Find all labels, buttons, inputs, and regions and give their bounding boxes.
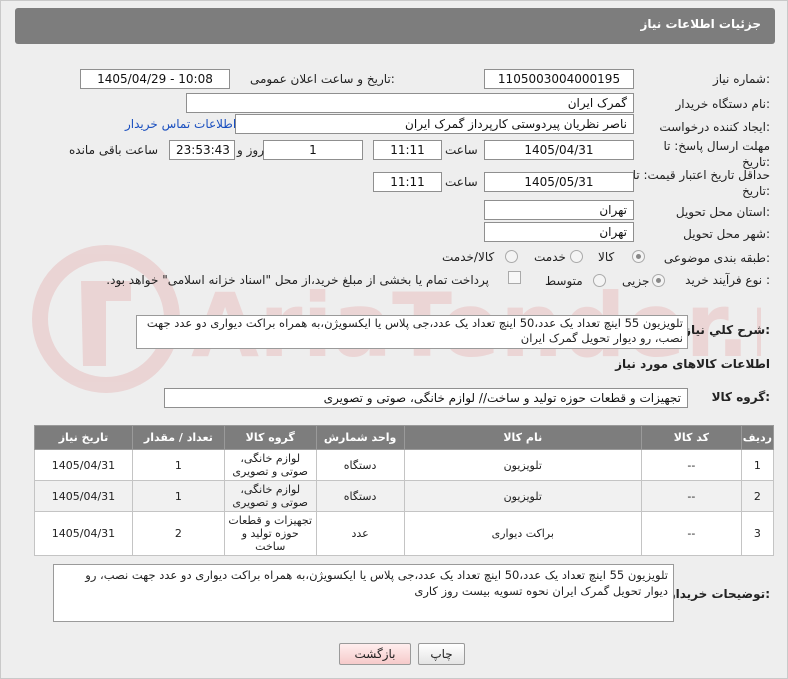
page-title: جزئیات اطلاعات نیاز (640, 17, 761, 31)
cell-qty: 1 (131, 480, 225, 512)
buyer-org-field: گمرک ایران (186, 93, 634, 113)
goods-table-header: ردیف کد کالا نام کالا واحد شمارش گروه کا… (34, 425, 775, 450)
process-option-medium: متوسط (545, 274, 583, 288)
cell-unit: دستگاه (315, 480, 405, 512)
col-code: کد کالا (641, 425, 742, 450)
remaining-label: ساعت باقی مانده (69, 143, 159, 157)
category-option-goods: کالا (598, 250, 615, 264)
cell-row: 2 (740, 480, 775, 512)
col-unit: واحد شمارش (315, 425, 405, 450)
description-field: تلویزیون 55 اینچ تعداد یک عدد،50 اینچ تع… (136, 315, 688, 349)
table-row: 2 -- تلویزیون دستگاه لوازم خانگی، صوتی و… (34, 480, 775, 512)
category-radio-goods-service[interactable] (505, 250, 518, 263)
validity-time-label: ساعت (445, 175, 478, 189)
reply-deadline-label: مهلت ارسال پاسخ: تا تاریخ: (663, 139, 770, 169)
buyer-notes-field: تلویزیون 55 اینچ تعداد یک عدد،50 اینچ تع… (53, 564, 674, 622)
announce-datetime-field: 1405/04/29 - 10:08 (80, 69, 230, 89)
back-button[interactable]: بازگشت (339, 643, 411, 665)
col-qty: تعداد / مقدار (131, 425, 225, 450)
validity-date-field: 1405/05/31 (484, 172, 634, 192)
process-radio-minor[interactable] (652, 274, 665, 287)
creator-label: ایجاد کننده درخواست: (659, 120, 770, 134)
buyer-contact-link[interactable]: اطلاعات تماس خریدار (125, 117, 236, 131)
days-label: روز و (237, 143, 264, 157)
need-number-label: شماره نیاز: (712, 72, 770, 86)
goods-group-label: گروه کالا: (711, 390, 770, 404)
cell-date: 1405/04/31 (34, 449, 133, 481)
cell-group: تجهیزات و قطعات حوزه تولید و ساخت (223, 511, 317, 556)
cell-qty: 2 (131, 511, 225, 556)
cell-row: 3 (740, 511, 775, 556)
treasury-payment-checkbox[interactable] (508, 271, 521, 284)
goods-table: ردیف کد کالا نام کالا واحد شمارش گروه کا… (34, 425, 775, 556)
cell-name: تلویزیون (403, 449, 643, 481)
col-date: تاریخ نیاز (34, 425, 133, 450)
cell-date: 1405/04/31 (34, 511, 133, 556)
cell-row: 1 (740, 449, 775, 481)
col-name: نام کالا (403, 425, 643, 450)
validity-time-field: 11:11 (373, 172, 442, 192)
col-row: ردیف (740, 425, 775, 450)
cell-code: -- (641, 449, 742, 481)
table-row: 1 -- تلویزیون دستگاه لوازم خانگی، صوتی و… (34, 449, 775, 481)
process-label: نوع فرآیند خرید : (685, 273, 770, 287)
cell-group: لوازم خانگی، صوتی و تصویری (223, 480, 317, 512)
category-option-service: خدمت (534, 250, 566, 264)
header-bar: جزئیات اطلاعات نیاز (15, 8, 775, 44)
province-label: استان محل تحویل: (675, 205, 770, 219)
buyer-notes-label: توضیحات خریدار: (668, 587, 770, 601)
cell-group: لوازم خانگی، صوتی و تصویری (223, 449, 317, 481)
need-number-field: 1105003004000195 (484, 69, 634, 89)
creator-field: ناصر نظریان پیردوستی کارپرداز گمرک ایران (235, 114, 634, 134)
announce-label: تاریخ و ساعت اعلان عمومی: (250, 72, 395, 86)
remaining-days-field: 1 (263, 140, 363, 160)
cell-unit: عدد (315, 511, 405, 556)
print-button[interactable]: چاپ (418, 643, 465, 665)
city-field: تهران (484, 222, 634, 242)
reply-date-field: 1405/04/31 (484, 140, 634, 160)
cell-unit: دستگاه (315, 449, 405, 481)
cell-name: تلویزیون (403, 480, 643, 512)
table-row: 3 -- براکت دیواری عدد تجهیزات و قطعات حو… (34, 511, 775, 556)
process-option-minor: جزیی (622, 274, 650, 288)
description-label: شرح کلي نياز: (684, 323, 770, 337)
category-radio-service[interactable] (570, 250, 583, 263)
province-field: تهران (484, 200, 634, 220)
category-label: طبقه بندی موضوعی: (663, 251, 770, 265)
reply-time-field: 11:11 (373, 140, 442, 160)
min-validity-label: حداقل تاریخ اعتبار قیمت: تا تاریخ: (632, 168, 770, 198)
category-option-goods-service: کالا/خدمت (442, 250, 495, 264)
goods-section-title: اطلاعات کالاهای مورد نیاز (615, 357, 770, 371)
remaining-time-field: 23:53:43 (169, 140, 235, 160)
page-frame: AriaTender.net جزئیات اطلاعات نیاز شماره… (0, 0, 788, 679)
reply-time-label: ساعت (445, 143, 478, 157)
buyer-org-label: نام دستگاه خریدار: (675, 97, 771, 111)
city-label: شهر محل تحویل: (683, 227, 770, 241)
goods-group-field: تجهیزات و قطعات حوزه تولید و ساخت// لواز… (164, 388, 688, 408)
category-radio-goods[interactable] (632, 250, 645, 263)
process-radio-medium[interactable] (593, 274, 606, 287)
cell-name: براکت دیواری (403, 511, 643, 556)
cell-date: 1405/04/31 (34, 480, 133, 512)
cell-qty: 1 (131, 449, 225, 481)
payment-note: پرداخت تمام یا بخشی از مبلغ خرید،از محل … (106, 273, 489, 287)
col-group: گروه کالا (223, 425, 317, 450)
cell-code: -- (641, 480, 742, 512)
cell-code: -- (641, 511, 742, 556)
